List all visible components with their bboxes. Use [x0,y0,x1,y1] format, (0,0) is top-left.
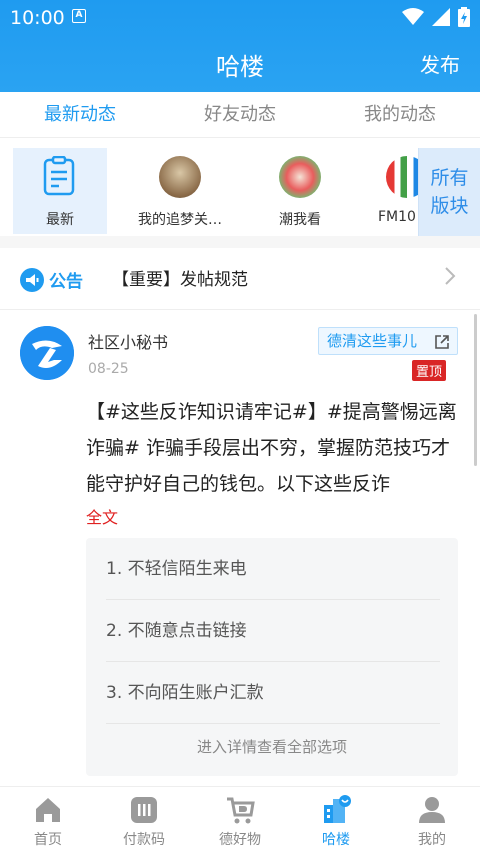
nav-profile[interactable]: 我的 [384,787,480,853]
nav-label: 哈楼 [322,832,350,848]
notice-badge: 公告 [20,267,83,292]
tab-mine[interactable]: 我的动态 [320,92,480,137]
board-thumbnail [159,156,201,198]
board-label: FM10 [378,209,416,225]
board-latest[interactable]: 最新 [13,148,107,234]
nav-label: 付款码 [123,832,165,848]
megaphone-icon [20,267,44,292]
nav-label: 德好物 [219,832,261,848]
wifi-icon [402,8,424,25]
publish-button[interactable]: 发布 [420,49,460,78]
board-thumbnail [279,156,321,198]
community-icon [324,795,351,823]
app-notification-icon: A [72,9,86,23]
board-fm[interactable]: FM10 [370,148,420,234]
nav-payment-code[interactable]: 付款码 [96,787,192,853]
all-boards-label-line1: 所有 [430,167,469,189]
tab-friends[interactable]: 好友动态 [160,92,320,137]
nav-shop[interactable]: 德好物 [192,787,288,853]
external-link-icon [435,335,449,349]
top-header: 10:00 A 哈楼 发布 [0,0,480,92]
feed-tabs: 最新动态 好友动态 我的动态 [0,92,480,138]
battery-icon [458,7,470,27]
board-strip: 最新 我的追梦关… 潮我看 FM10 [0,148,480,236]
shopping-cart-icon [227,797,255,824]
status-bar: 10:00 A [0,0,480,34]
full-text-link[interactable]: 全文 [86,504,118,528]
status-time: 10:00 [10,7,65,29]
scrollbar[interactable] [474,314,477,466]
poll-option[interactable]: 2. 不随意点击链接 [106,600,440,662]
nav-home[interactable]: 首页 [0,787,96,853]
board-label: 最新 [46,212,74,228]
bottom-navigation: 首页 付款码 德好物 哈楼 我的 [0,786,480,853]
board-tag-label: 德清这些事儿 [327,332,418,350]
poll-card[interactable]: 1. 不轻信陌生来电 2. 不随意点击链接 3. 不向陌生账户汇款 进入详情查看… [86,538,458,776]
board-label: 潮我看 [279,212,321,228]
feed-post[interactable]: 社区小秘书 08-25 德清这些事儿 置顶 【#这些反诈知识请牢记#】#提高警惕… [0,310,480,790]
notice-bar[interactable]: 公告 【重要】发帖规范 [0,248,480,310]
poll-option[interactable]: 1. 不轻信陌生来电 [106,538,440,600]
board-tag[interactable]: 德清这些事儿 [318,327,458,355]
board-chaowokan[interactable]: 潮我看 [253,148,347,234]
profile-icon [419,797,445,823]
pinned-badge: 置顶 [412,360,447,381]
signal-icon [432,8,450,26]
tab-latest[interactable]: 最新动态 [0,92,160,137]
chevron-right-icon [444,266,456,292]
all-boards-button[interactable]: 所有 版块 [418,148,480,236]
notice-title: 【重要】发帖规范 [112,270,248,290]
notepad-icon [43,156,75,196]
payment-code-icon [131,797,157,823]
notice-badge-label: 公告 [49,272,83,292]
post-date: 08-25 [88,361,129,377]
nav-community[interactable]: 哈楼 [288,787,384,853]
board-dream[interactable]: 我的追梦关… [133,148,227,234]
page-title: 哈楼 [216,53,264,81]
author-name[interactable]: 社区小秘书 [88,329,168,353]
home-icon [36,798,60,822]
poll-more-link[interactable]: 进入详情查看全部选项 [86,736,458,757]
section-divider [0,236,480,248]
poll-option[interactable]: 3. 不向陌生账户汇款 [106,662,440,724]
board-thumbnail [386,156,420,198]
post-content[interactable]: 【#这些反诈知识请牢记#】#提高警惕远离诈骗# 诈骗手段层出不穷，掌握防范技巧才… [86,394,462,502]
board-label: 我的追梦关… [138,212,222,228]
status-icons [402,7,470,27]
all-boards-label-line2: 版块 [430,195,469,217]
nav-label: 我的 [418,832,446,848]
avatar[interactable] [20,326,74,380]
nav-label: 首页 [34,832,62,848]
